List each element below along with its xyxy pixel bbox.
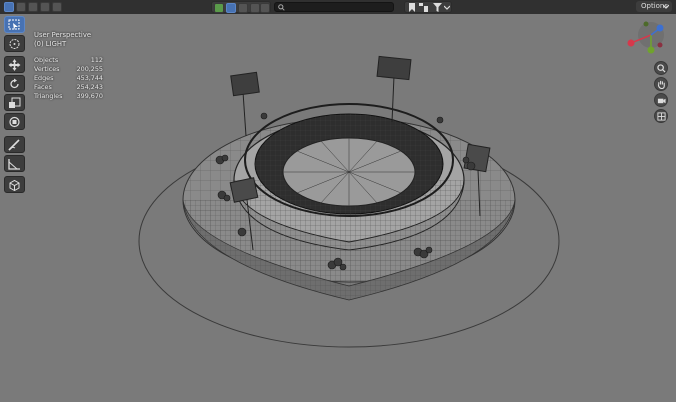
collection-label: (0) LIGHT bbox=[34, 39, 67, 48]
view-info: User Perspective (0) LIGHT bbox=[34, 31, 91, 48]
tool-shelf bbox=[4, 16, 25, 193]
stat-row: Edges 453,744 bbox=[34, 74, 103, 82]
light-tower-left bbox=[230, 71, 260, 137]
3d-viewport[interactable]: User Perspective (0) LIGHT Objects 112 Ve… bbox=[0, 14, 676, 402]
measure-tool[interactable] bbox=[4, 155, 25, 172]
zoom-icon bbox=[657, 64, 666, 73]
grid-icon bbox=[657, 112, 666, 121]
hierarchy-icon[interactable] bbox=[419, 3, 429, 12]
object-icon[interactable] bbox=[52, 2, 62, 12]
select-box-icon bbox=[8, 19, 20, 30]
stat-row: Faces 254,243 bbox=[34, 83, 103, 91]
bookmark-icon[interactable] bbox=[408, 3, 416, 12]
cursor-icon bbox=[9, 39, 20, 49]
search-input[interactable] bbox=[274, 2, 394, 12]
options-button[interactable]: Options bbox=[636, 1, 672, 12]
axis-gizmo bbox=[627, 21, 664, 54]
view-icon[interactable] bbox=[16, 2, 26, 12]
rotate-tool[interactable] bbox=[4, 75, 25, 92]
chevron-down-icon bbox=[663, 4, 669, 9]
measure-icon bbox=[8, 159, 20, 170]
annotate-icon bbox=[8, 139, 20, 151]
hand-icon bbox=[657, 80, 665, 89]
stat-row: Objects 112 bbox=[34, 56, 103, 64]
material-shading-icon[interactable] bbox=[250, 3, 260, 13]
view-name: User Perspective bbox=[34, 31, 92, 39]
select-box-tool[interactable] bbox=[4, 16, 25, 33]
filter-group bbox=[404, 1, 452, 13]
select-icon[interactable] bbox=[28, 2, 38, 12]
perspective-toggle-button[interactable] bbox=[654, 109, 668, 123]
solid-shading-icon[interactable] bbox=[238, 3, 248, 13]
scale-icon bbox=[9, 97, 21, 108]
pan-button[interactable] bbox=[654, 77, 668, 91]
move-icon bbox=[8, 59, 21, 71]
filter-icon[interactable] bbox=[433, 3, 442, 12]
scale-tool[interactable] bbox=[4, 94, 25, 111]
wireframe-shading-icon[interactable] bbox=[226, 3, 236, 13]
scene-statistics: Objects 112 Vertices 200,255 Edges 453,744 … bbox=[34, 56, 103, 101]
chevron-down-icon[interactable] bbox=[444, 5, 450, 11]
add-icon[interactable] bbox=[40, 2, 50, 12]
annotate-tool[interactable] bbox=[4, 136, 25, 153]
rotate-icon bbox=[10, 78, 19, 89]
stat-row: Vertices 200,255 bbox=[34, 65, 103, 73]
add-cube-tool[interactable] bbox=[4, 176, 25, 193]
cursor-tool[interactable] bbox=[4, 35, 25, 52]
transform-icon bbox=[9, 116, 20, 128]
overlay-toggle-group bbox=[211, 1, 271, 13]
visibility-icon[interactable] bbox=[214, 3, 224, 13]
search-icon bbox=[278, 4, 285, 11]
viewport-header: Options bbox=[0, 0, 676, 15]
camera-icon bbox=[657, 98, 666, 104]
object-mode-icon[interactable] bbox=[4, 2, 14, 12]
stat-row: Triangles 399,670 bbox=[34, 92, 103, 100]
add-cube-icon bbox=[9, 179, 20, 191]
rendered-shading-icon[interactable] bbox=[260, 3, 270, 13]
transform-tool[interactable] bbox=[4, 113, 25, 130]
move-tool[interactable] bbox=[4, 56, 25, 73]
zoom-button[interactable] bbox=[654, 61, 668, 75]
camera-view-button[interactable] bbox=[654, 93, 668, 107]
